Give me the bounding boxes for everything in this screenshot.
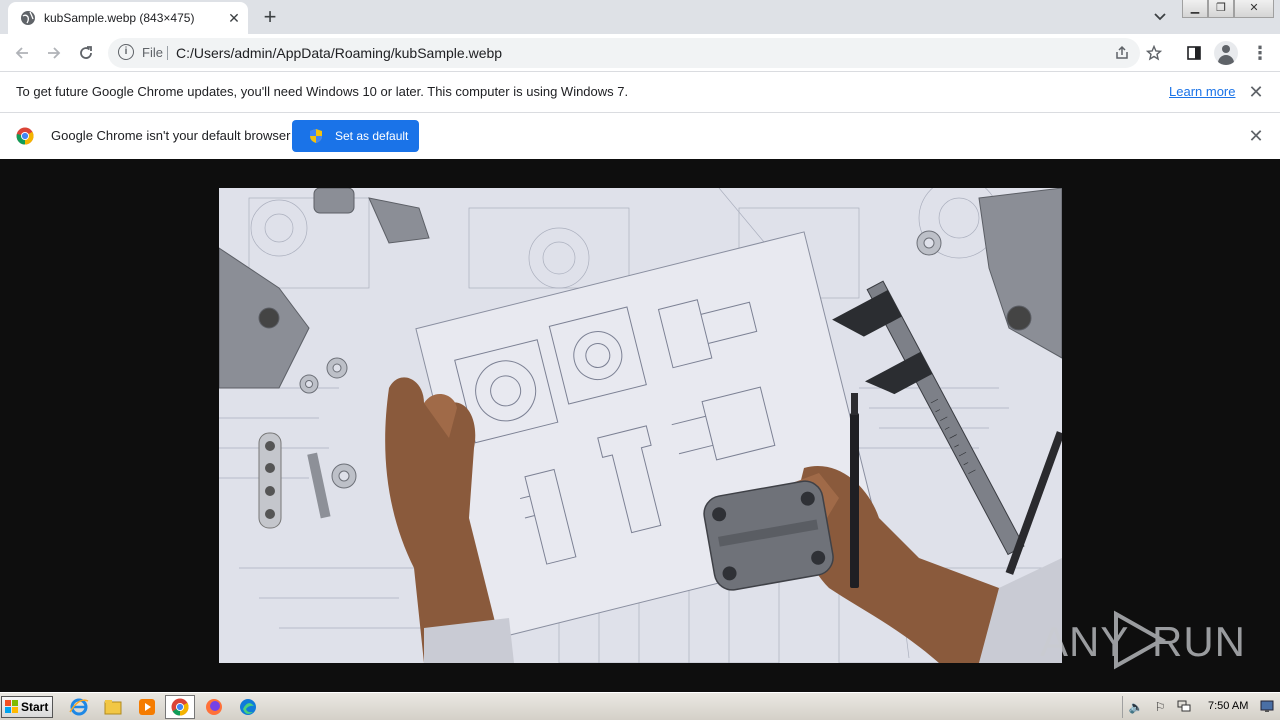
menu-kebab-icon[interactable]: ⋮ bbox=[1248, 41, 1272, 65]
side-panel-icon[interactable] bbox=[1182, 41, 1206, 65]
close-window-icon[interactable]: ✕ bbox=[1234, 0, 1274, 18]
taskbar-chrome-button[interactable] bbox=[165, 695, 195, 719]
start-label: Start bbox=[21, 700, 49, 714]
bookmark-star-icon[interactable] bbox=[1142, 41, 1166, 65]
browser-tab[interactable]: kubSample.webp (843×475) ✕ bbox=[8, 2, 248, 34]
anyrun-watermark: ANY RUN bbox=[1040, 608, 1245, 672]
firefox-icon[interactable] bbox=[203, 697, 225, 717]
set-as-default-button[interactable]: Set as default bbox=[292, 120, 419, 152]
share-icon[interactable] bbox=[1112, 43, 1132, 63]
default-browser-infobar: Google Chrome isn't your default browser… bbox=[0, 113, 1280, 159]
update-infobar-message: To get future Google Chrome updates, you… bbox=[16, 84, 629, 99]
tab-title: kubSample.webp (843×475) bbox=[44, 11, 195, 25]
close-icon[interactable]: ✕ bbox=[1246, 126, 1266, 146]
windows-flag-icon bbox=[5, 700, 18, 713]
internet-explorer-icon[interactable] bbox=[68, 697, 90, 717]
tab-strip: kubSample.webp (843×475) ✕ + ▁ ❐ ✕ bbox=[0, 0, 1280, 34]
address-bar[interactable]: i File C:/Users/admin/AppData/Roaming/ku… bbox=[108, 38, 1140, 68]
new-tab-icon[interactable]: + bbox=[258, 5, 282, 29]
show-desktop-icon[interactable] bbox=[1260, 699, 1274, 715]
address-scheme-label: File bbox=[142, 45, 163, 60]
windows-taskbar: Start 🔈 ⚐ 7:50 AM bbox=[0, 692, 1280, 720]
restore-window-icon[interactable]: ❐ bbox=[1208, 0, 1234, 18]
tray-separator bbox=[1122, 696, 1123, 718]
chrome-logo-icon bbox=[171, 698, 189, 716]
site-info-icon[interactable]: i bbox=[118, 44, 134, 60]
uac-shield-icon bbox=[310, 129, 322, 143]
chrome-logo-icon bbox=[16, 127, 34, 145]
forward-arrow-icon[interactable] bbox=[42, 41, 66, 65]
network-icon[interactable] bbox=[1176, 699, 1192, 715]
address-separator bbox=[167, 46, 168, 60]
file-explorer-icon[interactable] bbox=[102, 697, 124, 717]
watermark-right-text: RUN bbox=[1152, 618, 1246, 665]
globe-icon bbox=[21, 11, 35, 25]
close-icon[interactable]: ✕ bbox=[1246, 82, 1266, 102]
update-infobar: To get future Google Chrome updates, you… bbox=[0, 72, 1280, 113]
default-browser-message: Google Chrome isn't your default browser bbox=[51, 128, 291, 143]
system-clock[interactable]: 7:50 AM bbox=[1208, 700, 1248, 712]
start-button[interactable]: Start bbox=[1, 696, 53, 718]
learn-more-link[interactable]: Learn more bbox=[1169, 84, 1235, 99]
tab-close-icon[interactable]: ✕ bbox=[224, 8, 244, 28]
back-arrow-icon[interactable] bbox=[10, 41, 34, 65]
image-viewer: ANY RUN bbox=[0, 159, 1280, 692]
profile-avatar-icon[interactable] bbox=[1214, 41, 1238, 65]
action-center-flag-icon[interactable]: ⚐ bbox=[1152, 699, 1168, 715]
volume-icon[interactable]: 🔈 bbox=[1128, 699, 1144, 715]
blueprint-photo[interactable] bbox=[219, 188, 1062, 663]
set-as-default-label: Set as default bbox=[335, 129, 409, 143]
address-url[interactable]: C:/Users/admin/AppData/Roaming/kubSample… bbox=[176, 45, 502, 61]
edge-icon[interactable] bbox=[237, 697, 259, 717]
minimize-window-icon[interactable]: ▁ bbox=[1182, 0, 1208, 18]
tab-search-chevron-icon[interactable] bbox=[1150, 7, 1170, 27]
media-player-icon[interactable] bbox=[136, 697, 158, 717]
reload-icon[interactable] bbox=[74, 41, 98, 65]
browser-toolbar: i File C:/Users/admin/AppData/Roaming/ku… bbox=[0, 34, 1280, 72]
